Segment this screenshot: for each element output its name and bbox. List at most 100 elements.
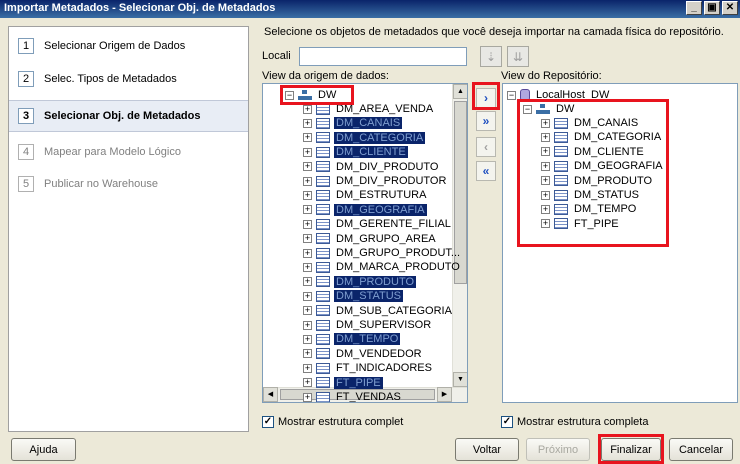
scroll-up-icon[interactable]: ▲ [453,84,467,99]
expand-icon[interactable]: + [303,234,312,244]
close-button[interactable]: ✕ [722,1,738,15]
source-table-node[interactable]: + DM_CLIENTE [303,145,408,159]
repository-table-node[interactable]: + DM_CANAIS [541,116,640,130]
collapse-icon[interactable]: − [285,90,294,100]
source-table-node[interactable]: + DM_GERENTE_FILIAL [303,217,453,231]
expand-icon[interactable]: + [303,104,312,114]
expand-icon[interactable]: + [303,277,312,287]
source-table-node[interactable]: + FT_INDICADORES [303,361,434,375]
table-icon [554,203,568,215]
expand-icon[interactable]: + [303,392,312,402]
repository-show-structure-checkbox[interactable]: ✓ Mostrar estrutura completa [501,416,648,428]
expand-icon[interactable]: + [541,176,550,186]
expand-icon[interactable]: + [303,349,312,359]
expand-icon[interactable]: + [303,147,312,157]
source-table-node[interactable]: + FT_VENDAS [303,390,403,403]
source-table-node[interactable]: + DM_SUPERVISOR [303,318,433,332]
repository-table-node[interactable]: + DM_CATEGORIA [541,130,663,144]
add-selected-button[interactable]: › [476,88,496,108]
wizard-step-1[interactable]: 1 Selecionar Origem de Dados [9,30,248,62]
expand-icon[interactable]: + [303,334,312,344]
source-table-node[interactable]: + DM_STATUS [303,289,403,303]
expand-icon[interactable]: + [303,190,312,200]
expand-icon[interactable]: + [541,219,550,229]
repository-root-node[interactable]: − LocalHost_DW [507,88,611,102]
expand-icon[interactable]: + [303,162,312,172]
expand-icon[interactable]: + [303,378,312,388]
expand-icon[interactable]: + [541,204,550,214]
collapse-icon[interactable]: − [507,90,516,100]
remove-all-button[interactable]: « [476,161,496,181]
table-name: DM_STATUS [574,189,639,201]
scroll-down-icon[interactable]: ▼ [453,372,467,387]
expand-icon[interactable]: + [541,118,550,128]
locate-next-button[interactable]: ⇣ [480,46,502,67]
collapse-icon[interactable]: − [523,104,532,114]
repository-table-node[interactable]: + DM_CLIENTE [541,145,646,159]
repository-tree[interactable]: − LocalHost_DW − DW + DM_CANAIS + DM_CATEGORIA +… [502,83,738,403]
repository-table-node[interactable]: + DM_GEOGRAFIA [541,159,665,173]
source-table-node[interactable]: + DM_SUB_CATEGORIA [303,304,454,318]
expand-icon[interactable]: + [303,176,312,186]
expand-icon[interactable]: + [303,133,312,143]
source-vertical-scrollbar[interactable]: ▲ ▼ [452,84,467,388]
locali-input[interactable] [299,47,467,66]
source-table-node[interactable]: + DM_DIV_PRODUTOR [303,174,448,188]
source-table-node[interactable]: + FT_PIPE [303,376,383,390]
wizard-step-3[interactable]: 3 Selecionar Obj. de Metadados [9,100,248,132]
wizard-step-4[interactable]: 4 Mapear para Modelo Lógico [9,136,248,168]
expand-icon[interactable]: + [303,320,312,330]
expand-icon[interactable]: + [541,190,550,200]
source-table-node[interactable]: + DM_MARCA_PRODUTO [303,260,462,274]
repository-table-node[interactable]: + FT_PIPE [541,217,621,231]
source-table-node[interactable]: + DM_ESTRUTURA [303,188,428,202]
repository-table-node[interactable]: + DM_PRODUTO [541,174,654,188]
source-table-node[interactable]: + DM_DIV_PRODUTO [303,160,440,174]
expand-icon[interactable]: + [303,118,312,128]
minimize-button[interactable]: _ [686,1,702,15]
expand-icon[interactable]: + [541,132,550,142]
expand-icon[interactable]: + [303,219,312,229]
source-tree[interactable]: ▲ ▼ ◀ ▶ − DW + DM_AREA_VENDA + DM_CANAIS + DM_C… [262,83,468,403]
source-table-node[interactable]: + DM_CATEGORIA [303,131,426,145]
cancel-button[interactable]: Cancelar [669,438,733,461]
wizard-step-2[interactable]: 2 Selec. Tipos de Metadados [9,63,248,95]
expand-icon[interactable]: + [541,161,550,171]
restore-button[interactable]: ▣ [704,1,720,15]
table-icon [554,175,568,187]
scroll-left-icon[interactable]: ◀ [263,387,278,402]
locate-all-button[interactable]: ⇊ [507,46,529,67]
source-show-structure-checkbox[interactable]: ✓ Mostrar estrutura complet [262,416,403,428]
repository-table-node[interactable]: + DM_TEMPO [541,202,638,216]
expand-icon[interactable]: + [303,291,312,301]
expand-icon[interactable]: + [303,262,312,272]
expand-icon[interactable]: + [303,205,312,215]
table-name: DM_DIV_PRODUTO [336,160,439,173]
next-button[interactable]: Próximo [526,438,590,461]
remove-selected-button[interactable]: ‹ [476,137,496,157]
source-table-node[interactable]: + DM_TEMPO [303,332,401,346]
source-table-node[interactable]: + DM_GRUPO_AREA [303,232,438,246]
expand-icon[interactable]: + [303,248,312,258]
help-button[interactable]: Ajuda [11,438,76,461]
finish-button[interactable]: Finalizar [601,438,661,461]
expand-icon[interactable]: + [541,147,550,157]
source-table-node[interactable]: + DM_PRODUTO [303,275,417,289]
table-name: FT_VENDAS [336,391,401,403]
wizard-step-5[interactable]: 5 Publicar no Warehouse [9,168,248,200]
scroll-right-icon[interactable]: ▶ [437,387,452,402]
repository-schema-node[interactable]: − DW [523,102,576,116]
source-root-node[interactable]: − DW [285,88,338,102]
source-table-node[interactable]: + DM_AREA_VENDA [303,102,435,116]
source-table-node[interactable]: + DM_GEOGRAFIA [303,203,427,217]
add-all-button[interactable]: » [476,111,496,131]
source-table-node[interactable]: + DM_VENDEDOR [303,347,424,361]
table-icon [316,261,330,273]
source-table-node[interactable]: + DM_GRUPO_PRODUT... [303,246,462,260]
step-label: Selecionar Origem de Dados [44,40,186,52]
source-table-node[interactable]: + DM_CANAIS [303,116,403,130]
expand-icon[interactable]: + [303,363,312,373]
expand-icon[interactable]: + [303,306,312,316]
back-button[interactable]: Voltar [455,438,519,461]
repository-table-node[interactable]: + DM_STATUS [541,188,641,202]
